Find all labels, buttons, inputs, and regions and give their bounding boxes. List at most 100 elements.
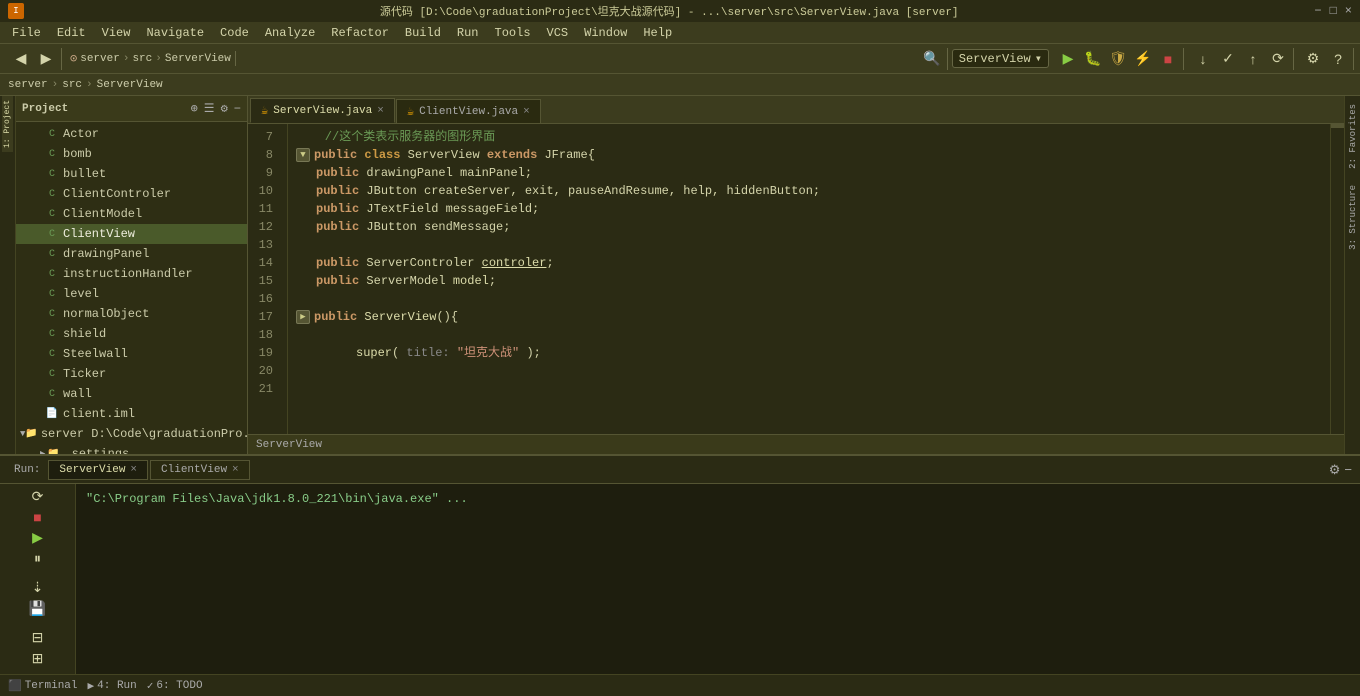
fold-button-8[interactable]: ▼ — [296, 148, 310, 162]
terminal-button[interactable]: ⬛ Terminal — [8, 679, 78, 693]
stop-run-button[interactable]: ■ — [26, 509, 50, 525]
save-output-button[interactable]: 💾 — [26, 600, 50, 617]
java-icon-serverview: ☕ — [261, 103, 268, 118]
tree-item-instructionhandler[interactable]: C instructionHandler — [16, 264, 247, 284]
project-settings-btn[interactable]: ⚙ — [221, 101, 228, 116]
tree-item-normalobject[interactable]: C normalObject — [16, 304, 247, 324]
tree-item-wall[interactable]: C wall — [16, 384, 247, 404]
side-tab-project[interactable]: 1: Project — [2, 96, 13, 152]
toolbar-back-button[interactable]: ◀ — [10, 48, 32, 70]
debug-button[interactable]: 🐛 — [1082, 48, 1104, 70]
menu-tools[interactable]: Tools — [487, 24, 539, 42]
toolbar-forward-button[interactable]: ▶ — [35, 48, 57, 70]
run-configuration[interactable]: ServerView ▾ — [952, 49, 1049, 68]
tree-item-drawingpanel[interactable]: C drawingPanel — [16, 244, 247, 264]
minimize-button[interactable]: − — [1314, 4, 1321, 18]
vcs-history-button[interactable]: ⟳ — [1267, 48, 1289, 70]
menu-refactor[interactable]: Refactor — [323, 24, 397, 42]
help-toolbar-button[interactable]: ? — [1327, 48, 1349, 70]
todo-button[interactable]: ✓ 6: TODO — [147, 679, 203, 693]
scroll-to-end-button[interactable]: ⇣ — [26, 579, 50, 596]
tab-close-serverview[interactable]: × — [377, 105, 384, 117]
right-side-panel: 2: Favorites 3: Structure — [1344, 96, 1360, 454]
tree-item-clientcontroler[interactable]: C ClientControler — [16, 184, 247, 204]
param-title-19: title: — [406, 344, 456, 362]
run-coverage-button[interactable]: 🛡 — [1107, 48, 1129, 70]
run-button[interactable]: ▶ — [1057, 48, 1079, 70]
tab-close-clientview[interactable]: × — [523, 106, 530, 118]
fold-button-17[interactable]: ▶ — [296, 310, 310, 324]
toolbar-project: ⊙ server › src › ServerView — [66, 51, 236, 66]
run-tab-clientview[interactable]: ClientView × — [150, 460, 250, 480]
stop-button[interactable]: ■ — [1157, 48, 1179, 70]
tab-serverview-java[interactable]: ☕ ServerView.java × — [250, 98, 395, 123]
tree-item-actor[interactable]: C Actor — [16, 124, 247, 144]
menu-vcs[interactable]: VCS — [539, 24, 577, 42]
toolbar-search-button[interactable]: 🔍 — [921, 48, 943, 70]
tree-item-clientview[interactable]: C ClientView — [16, 224, 247, 244]
close-button[interactable]: × — [1345, 4, 1352, 18]
breadcrumb-src[interactable]: src — [62, 79, 82, 91]
tree-label-clientview: ClientView — [63, 227, 135, 241]
menu-file[interactable]: File — [4, 24, 49, 42]
kw-public-14: public — [316, 254, 366, 272]
pause-run-button[interactable]: ⏸ — [26, 550, 50, 567]
project-menu-btn[interactable]: ☰ — [204, 101, 215, 116]
tree-item-client-iml[interactable]: 📄 client.iml — [16, 404, 247, 424]
code-line-10: public JButton createServer, exit, pause… — [296, 182, 1322, 200]
kw-public-8: public — [314, 146, 364, 164]
vcs-push-button[interactable]: ↑ — [1242, 48, 1264, 70]
run-view-button[interactable]: ▶ 4: Run — [88, 679, 137, 693]
maximize-button[interactable]: □ — [1330, 4, 1337, 18]
run-settings-button[interactable]: ⚙ — [1329, 462, 1341, 478]
tree-item-bullet[interactable]: C bullet — [16, 164, 247, 184]
menu-run[interactable]: Run — [449, 24, 487, 42]
menu-edit[interactable]: Edit — [49, 24, 94, 42]
code-line-14: public ServerControler controler ; — [296, 254, 1322, 272]
tree-item-steelwall[interactable]: C Steelwall — [16, 344, 247, 364]
tree-item-server-root[interactable]: ▼ 📁 server D:\Code\graduationPro... — [16, 424, 247, 444]
tree-item-bomb[interactable]: C bomb — [16, 144, 247, 164]
breadcrumb-server[interactable]: server — [8, 79, 48, 91]
tab-clientview-java[interactable]: ☕ ClientView.java × — [396, 99, 541, 123]
favorites-tab[interactable]: 2: Favorites — [1346, 96, 1360, 177]
breadcrumb-serverview[interactable]: ServerView — [97, 79, 163, 91]
menu-navigate[interactable]: Navigate — [138, 24, 212, 42]
type-jframe-8: JFrame — [544, 146, 587, 164]
tree-item-shield[interactable]: C shield — [16, 324, 247, 344]
menu-help[interactable]: Help — [635, 24, 680, 42]
run-content: ⟳ ■ ▶ ⏸ ⇣ 💾 ⊟ ⊞ 🔍 ⚙ 🗑 "C:\Program Files\… — [0, 484, 1360, 674]
menu-code[interactable]: Code — [212, 24, 257, 42]
rerun-button[interactable]: ⟳ — [26, 488, 50, 505]
structure-tab[interactable]: 3: Structure — [1346, 177, 1360, 258]
run-tab-serverview[interactable]: ServerView × — [48, 460, 148, 480]
tree-item-settings[interactable]: ▶ 📁 .settings — [16, 444, 247, 454]
tree-item-clientmodel[interactable]: C ClientModel — [16, 204, 247, 224]
type-jbutton-12: JButton sendMessage; — [366, 218, 510, 236]
run-tab-clientview-close[interactable]: × — [232, 464, 239, 476]
punct-semicolon-15: ; — [489, 272, 496, 290]
project-collapse-btn[interactable]: − — [234, 102, 241, 116]
project-sync-btn[interactable]: ⊕ — [191, 101, 198, 116]
resume-button[interactable]: ▶ — [26, 529, 50, 546]
settings-button[interactable]: ⚙ — [1302, 48, 1324, 70]
menu-build[interactable]: Build — [397, 24, 449, 42]
menu-analyze[interactable]: Analyze — [257, 24, 323, 42]
profiler-button[interactable]: ⚡ — [1132, 48, 1154, 70]
tree-item-ticker[interactable]: C Ticker — [16, 364, 247, 384]
vcs-update-button[interactable]: ↓ — [1192, 48, 1214, 70]
expand-run-button[interactable]: ⊞ — [26, 650, 50, 667]
code-content[interactable]: //这个类表示服务器的图形界面 ▼ public class ServerVie… — [288, 124, 1330, 434]
line-num-19: 19 — [248, 344, 279, 362]
tree-label-drawingpanel: drawingPanel — [63, 247, 149, 261]
scroll-position-indicator — [1331, 124, 1344, 128]
tree-item-level[interactable]: C level — [16, 284, 247, 304]
vcs-commit-button[interactable]: ✓ — [1217, 48, 1239, 70]
run-minimize-button[interactable]: − — [1344, 462, 1352, 478]
fold-run-button[interactable]: ⊟ — [26, 629, 50, 646]
editor-file-label: ServerView — [256, 439, 322, 451]
code-line-21 — [296, 380, 1322, 398]
menu-view[interactable]: View — [94, 24, 139, 42]
run-tab-serverview-close[interactable]: × — [130, 464, 137, 476]
menu-window[interactable]: Window — [576, 24, 635, 42]
